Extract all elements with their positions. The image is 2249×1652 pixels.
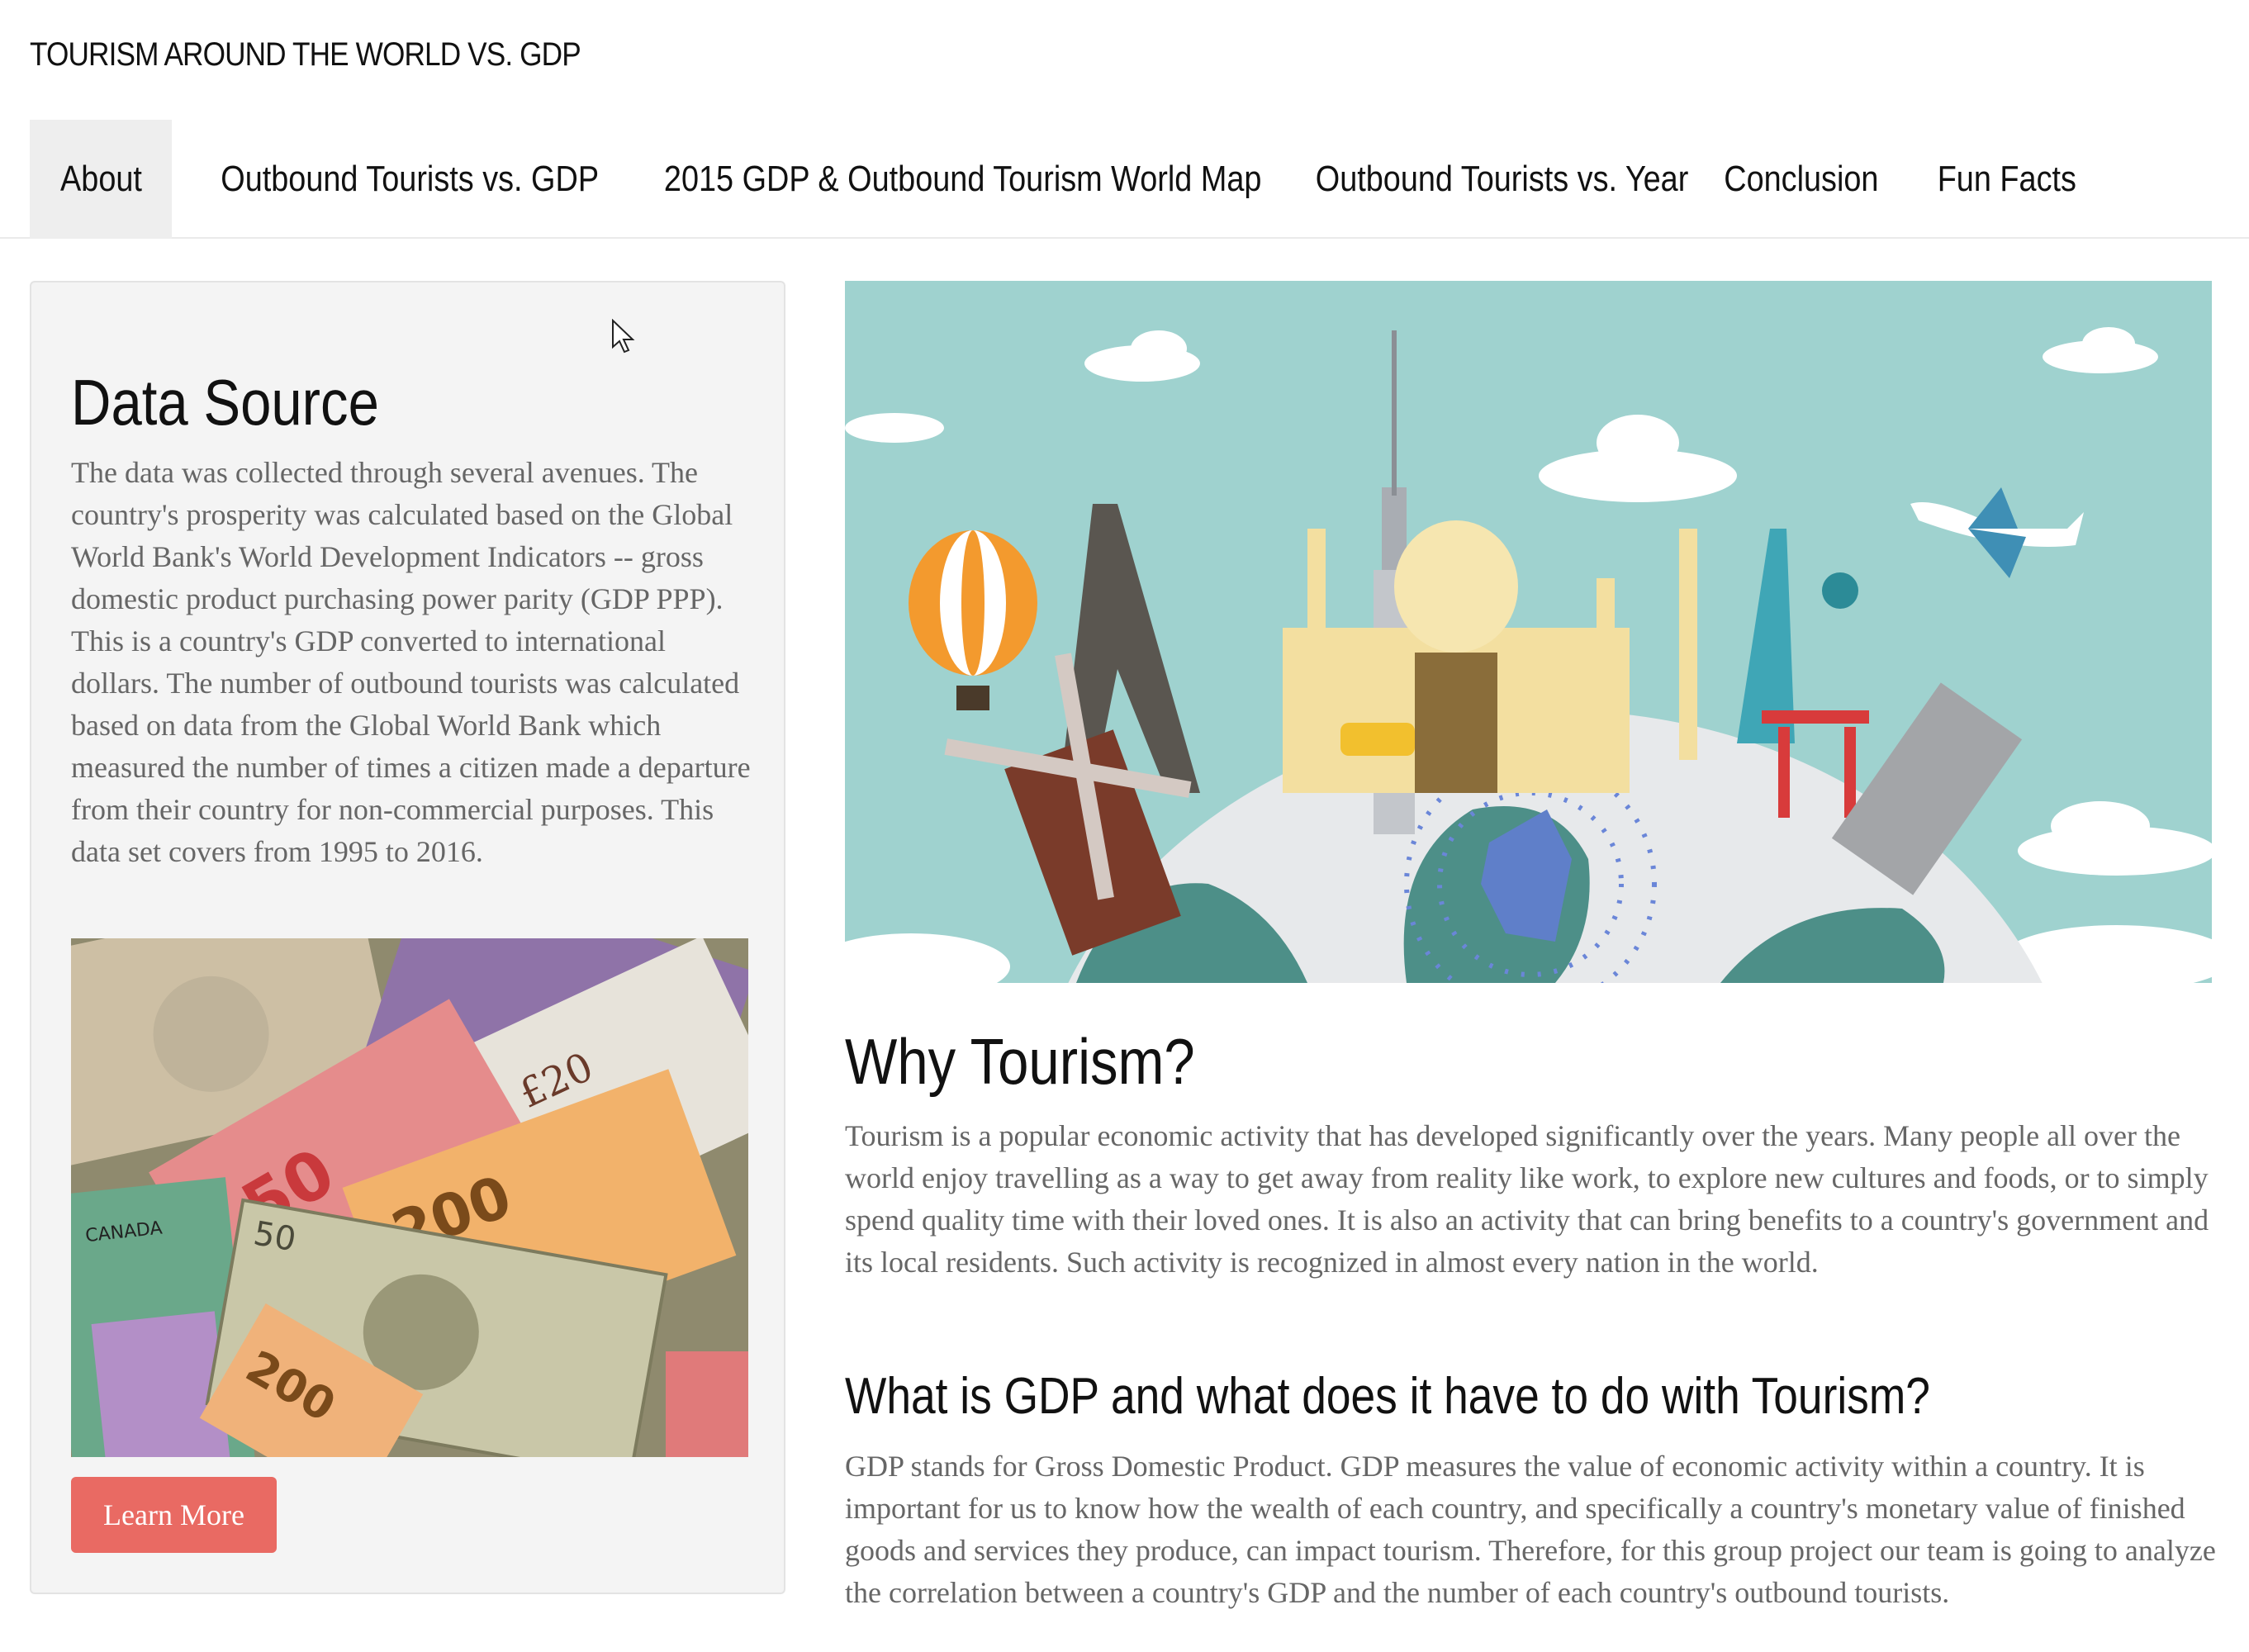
- nav-tab-outbound-vs-year-label: Outbound Tourists vs. Year: [1315, 159, 1689, 199]
- gdp-text: GDP stands for Gross Domestic Product. G…: [845, 1450, 2216, 1609]
- site-title[interactable]: TOURISM AROUND THE WORLD VS. GDP: [30, 36, 581, 74]
- nav-tab-world-map[interactable]: 2015 GDP & Outbound Tourism World Map: [615, 120, 1262, 239]
- nav-tab-fun-facts-label: Fun Facts: [1937, 159, 2077, 199]
- svg-text:50: 50: [251, 1214, 299, 1259]
- nav-tab-conclusion-label: Conclusion: [1724, 159, 1879, 199]
- data-source-text: The data was collected through several a…: [71, 456, 751, 868]
- banknotes-image: £20 50 200 CANADA 50 200: [71, 938, 748, 1457]
- learn-more-button[interactable]: Learn More: [71, 1477, 277, 1553]
- data-source-card: Data Source The data was collected throu…: [30, 281, 785, 1594]
- nav-tab-outbound-vs-gdp-label: Outbound Tourists vs. GDP: [221, 159, 600, 199]
- nav-tab-outbound-vs-year[interactable]: Outbound Tourists vs. Year: [1285, 120, 1689, 239]
- nav-tab-world-map-label: 2015 GDP & Outbound Tourism World Map: [663, 159, 1262, 199]
- nav-tab-about-label: About: [59, 159, 142, 199]
- nav-tab-fun-facts[interactable]: Fun Facts: [1924, 120, 2090, 239]
- gdp-heading: What is GDP and what does it have to do …: [845, 1368, 1930, 1425]
- nav-tab-about[interactable]: About: [30, 120, 172, 239]
- world-landmarks-illustration: [845, 281, 2212, 983]
- data-source-heading: Data Source: [71, 366, 379, 439]
- why-tourism-heading: Why Tourism?: [845, 1025, 1195, 1098]
- nav-tab-conclusion[interactable]: Conclusion: [1711, 120, 1889, 239]
- why-tourism-text: Tourism is a popular economic activity t…: [845, 1119, 2209, 1279]
- mouse-cursor-icon: [612, 319, 635, 354]
- main-navbar: About Outbound Tourists vs. GDP 2015 GDP…: [0, 120, 2249, 239]
- nav-tab-outbound-vs-gdp[interactable]: Outbound Tourists vs. GDP: [190, 120, 599, 239]
